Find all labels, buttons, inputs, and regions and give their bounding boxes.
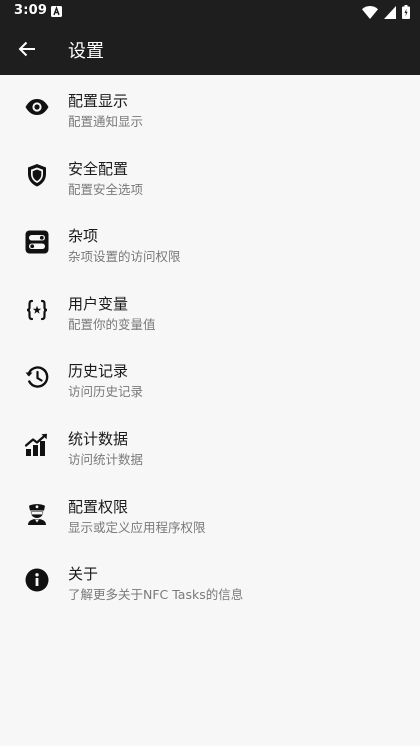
info-icon [24, 567, 50, 593]
settings-item-title: 配置显示 [68, 92, 129, 110]
app-bar: 设置 [0, 24, 420, 75]
shield-icon [24, 162, 50, 188]
wifi-icon [362, 5, 378, 19]
signal-icon [384, 5, 396, 19]
variable-icon [24, 297, 50, 323]
settings-item-title: 杂项 [68, 227, 99, 246]
settings-item-subtitle: 配置你的变量值 [68, 316, 156, 332]
settings-item-subtitle: 访问统计数据 [68, 451, 144, 467]
toggles-icon [24, 229, 50, 255]
system-icons [362, 5, 410, 19]
settings-item-security[interactable]: 安全配置 配置安全选项 [0, 143, 420, 211]
battery-icon [402, 5, 410, 19]
settings-item-subtitle: 配置安全选项 [68, 181, 144, 197]
a-box-icon [51, 6, 62, 17]
settings-item-subtitle: 了解更多关于NFC Tasks的信息 [68, 587, 244, 603]
status-time: 3:09 [14, 3, 48, 18]
settings-item-misc[interactable]: 杂项 杂项设置的访问权限 [0, 210, 420, 278]
page-title: 设置 [68, 41, 104, 62]
police-icon [24, 500, 50, 526]
settings-item-permissions[interactable]: 配置权限 显示或定义应用程序权限 [0, 481, 420, 549]
history-icon [24, 364, 50, 390]
settings-item-title: 历史记录 [68, 362, 129, 381]
settings-list: 配置显示 配置通知显示 安全配置 配置安全选项 杂项 杂项设置的访问权限 用户变… [0, 75, 420, 616]
settings-item-subtitle: 访问历史记录 [68, 384, 144, 400]
arrow-left-icon[interactable] [14, 36, 40, 62]
settings-item-history[interactable]: 历史记录 访问历史记录 [0, 345, 420, 413]
settings-item-display[interactable]: 配置显示 配置通知显示 [0, 75, 420, 143]
settings-item-title: 安全配置 [68, 159, 129, 178]
settings-item-subtitle: 杂项设置的访问权限 [68, 249, 181, 265]
settings-item-title: 统计数据 [68, 429, 129, 448]
settings-item-title: 用户变量 [68, 294, 129, 313]
settings-item-statistics[interactable]: 统计数据 访问统计数据 [0, 413, 420, 481]
eye-icon [24, 94, 50, 120]
settings-item-variables[interactable]: 用户变量 配置你的变量值 [0, 278, 420, 346]
settings-item-about[interactable]: 关于 了解更多关于NFC Tasks的信息 [0, 548, 420, 616]
settings-item-subtitle: 配置通知显示 [68, 114, 144, 129]
settings-item-title: 关于 [68, 565, 99, 584]
status-bar: 3:09 [0, 0, 420, 24]
chart-icon [24, 432, 50, 458]
settings-item-subtitle: 显示或定义应用程序权限 [68, 519, 206, 535]
settings-item-title: 配置权限 [68, 497, 129, 516]
